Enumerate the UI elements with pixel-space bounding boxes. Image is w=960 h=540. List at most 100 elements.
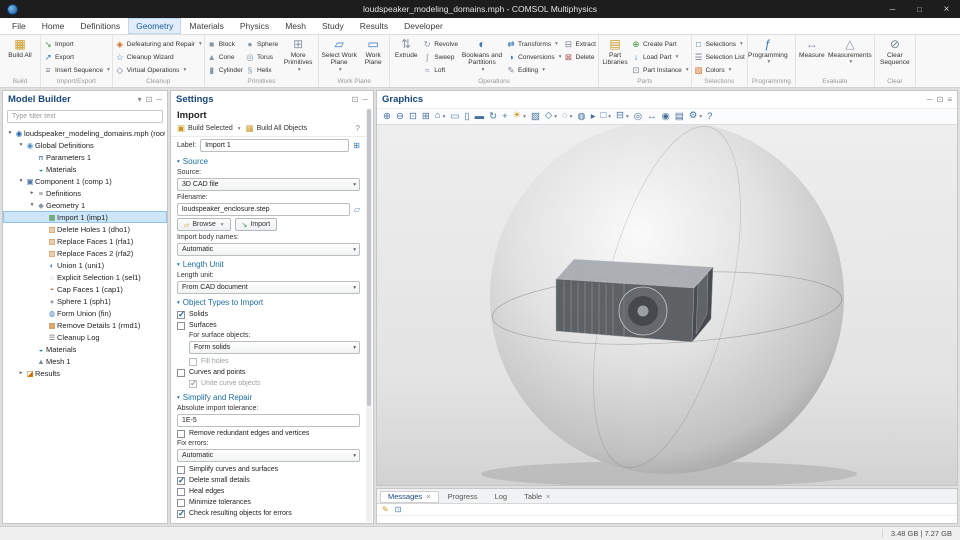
graphics-menu-icon[interactable]: ≡: [947, 95, 952, 104]
editing-button[interactable]: ✎ Editing: [506, 64, 561, 76]
fix-errors-select[interactable]: Automatic: [177, 449, 360, 462]
unite-curve-objects-checkbox[interactable]: Unite curve objects: [183, 378, 366, 389]
tree-geometry[interactable]: ▾ ◆ Geometry 1: [3, 199, 167, 211]
tree-component[interactable]: ▾ ▣ Component 1 (comp 1): [3, 175, 167, 187]
graphics-minimize-icon[interactable]: ─: [927, 95, 933, 104]
maximize-window-button[interactable]: □: [906, 0, 933, 18]
settings-minimize-icon[interactable]: ─: [362, 95, 368, 104]
selections-button[interactable]: □ Selections: [694, 38, 745, 50]
tab-materials[interactable]: Materials: [181, 18, 231, 34]
zoom-out-icon[interactable]: ⊖: [396, 108, 404, 125]
cylinder-button[interactable]: ▮ Cylinder: [207, 64, 243, 76]
import-button[interactable]: ↘ Import: [43, 38, 110, 50]
browse-button[interactable]: ▱ Browse: [177, 218, 231, 231]
tab-file[interactable]: File: [4, 18, 34, 34]
check-resulting-objects-checkbox[interactable]: Check resulting objects for errors: [171, 508, 366, 519]
tab-mesh[interactable]: Mesh: [277, 18, 314, 34]
transparency-icon[interactable]: ▨: [531, 108, 540, 125]
section-object-types[interactable]: Object Types to Import: [171, 296, 366, 309]
insert-sequence-button[interactable]: ≡ Insert Sequence: [43, 64, 110, 76]
tree-form-union[interactable]: ◍ Form Union (fin): [3, 307, 167, 319]
revolve-button[interactable]: ↻ Revolve: [422, 38, 458, 50]
tab-messages[interactable]: Messages: [380, 491, 439, 503]
loft-button[interactable]: ≈ Loft: [422, 64, 458, 76]
length-unit-select[interactable]: From CAD document: [177, 281, 360, 294]
tree-materials-global[interactable]: ◒ Materials: [3, 163, 167, 175]
tree-cap-faces[interactable]: ◓ Cap Faces 1 (cap1): [3, 283, 167, 295]
copy-text-icon[interactable]: ⊡: [395, 505, 402, 514]
tab-log[interactable]: Log: [487, 491, 516, 503]
pan-view-icon[interactable]: +: [502, 108, 508, 125]
delete-button[interactable]: ⊠ Delete: [563, 51, 596, 63]
tab-geometry[interactable]: Geometry: [128, 18, 181, 34]
transforms-button[interactable]: ⇄ Transforms: [506, 38, 561, 50]
tree-expander-icon[interactable]: ▾: [17, 178, 25, 184]
part-libraries-button[interactable]: ▤ Part Libraries: [601, 36, 629, 67]
go-to-default-view-icon[interactable]: ⌂: [435, 108, 446, 125]
plot-settings-icon[interactable]: ⚙: [689, 108, 702, 125]
helix-button[interactable]: § Helix: [245, 64, 278, 76]
virtual-operations-button[interactable]: ◇ Virtual Operations: [115, 64, 202, 76]
tree-results[interactable]: ▸ ◪ Results: [3, 367, 167, 379]
booleans-partitions-button[interactable]: ◐ Booleans and Partitions: [460, 36, 504, 73]
defeaturing-and-repair-button[interactable]: ◈ Defeaturing and Repair: [115, 38, 202, 50]
section-simplify-repair[interactable]: Simplify and Repair: [171, 391, 366, 404]
tree-mesh[interactable]: ▲ Mesh 1: [3, 355, 167, 367]
cleanup-wizard-button[interactable]: ☆ Cleanup Wizard: [115, 51, 202, 63]
tree-definitions[interactable]: ▸ ≡ Definitions: [3, 187, 167, 199]
part-instance-button[interactable]: ⊡ Part Instance: [631, 64, 689, 76]
sweep-button[interactable]: ∫ Sweep: [422, 51, 458, 63]
hide-objects-icon[interactable]: ◌: [562, 108, 572, 125]
tree-import[interactable]: ▦ Import 1 (imp1): [3, 211, 167, 223]
settings-float-icon[interactable]: ⊡: [352, 95, 359, 104]
tree-root[interactable]: ▾ ◉ loudspeaker_modeling_domains.mph (ro…: [3, 127, 167, 139]
selection-list-button[interactable]: ☰ Selection List: [694, 51, 745, 63]
view-zx-icon[interactable]: ▬: [475, 108, 485, 125]
tree-filter-input[interactable]: [7, 110, 163, 123]
tree-union[interactable]: ◐ Union 1 (uni1): [3, 259, 167, 271]
tree-expander-icon[interactable]: ▾: [28, 202, 36, 208]
work-plane-button[interactable]: ▭ Work Plane: [359, 36, 387, 67]
measure-button[interactable]: ↔ Measure: [798, 36, 826, 59]
tree-remove-details[interactable]: ▩ Remove Details 1 (rmd1): [3, 319, 167, 331]
view-yz-icon[interactable]: ▯: [464, 108, 469, 125]
import-file-button[interactable]: ↘ Import: [235, 218, 278, 231]
sphere-button[interactable]: ● Sphere: [245, 38, 278, 50]
extrude-button[interactable]: ⇅ Extrude: [392, 36, 420, 59]
graphics-help-icon[interactable]: ?: [707, 108, 712, 125]
print-icon[interactable]: ▤: [675, 108, 684, 125]
model-builder-float-icon[interactable]: ⊡: [146, 95, 153, 104]
tab-table[interactable]: Table: [516, 491, 558, 503]
zoom-in-icon[interactable]: ⊕: [383, 108, 391, 125]
tree-expander-icon[interactable]: ▾: [6, 130, 14, 136]
build-all-objects-button[interactable]: ▦ Build All Objects: [246, 123, 308, 134]
minimize-window-button[interactable]: ─: [879, 0, 906, 18]
zoom-box-icon[interactable]: ⊞: [422, 108, 430, 125]
remove-redundant-checkbox[interactable]: Remove redundant edges and vertices: [171, 428, 366, 439]
create-selection-icon[interactable]: ⊞: [353, 141, 360, 150]
section-length-unit[interactable]: Length Unit: [171, 258, 366, 271]
source-select[interactable]: 3D CAD file: [177, 178, 360, 191]
tree-expander-icon[interactable]: ▸: [28, 190, 36, 196]
model-builder-minimize-icon[interactable]: ─: [156, 95, 162, 104]
image-snapshot-icon[interactable]: ◉: [662, 108, 670, 125]
simplify-curves-checkbox[interactable]: Simplify curves and surfaces: [171, 464, 366, 475]
recent-files-icon[interactable]: ▱: [354, 205, 360, 214]
scene-light-icon[interactable]: ☀: [513, 108, 526, 125]
tab-results[interactable]: Results: [352, 18, 396, 34]
block-button[interactable]: ■ Block: [207, 38, 243, 50]
tree-replace-faces-2[interactable]: ▨ Replace Faces 2 (rfa2): [3, 247, 167, 259]
build-selected-button[interactable]: ▣ Build Selected: [177, 123, 241, 134]
clear-messages-icon[interactable]: ✎: [382, 505, 389, 514]
model-builder-menu-icon[interactable]: ▾: [138, 95, 142, 104]
tree-replace-faces-1[interactable]: ▨ Replace Faces 1 (rfa1): [3, 235, 167, 247]
graphics-canvas[interactable]: [377, 125, 957, 485]
settings-scrollbar[interactable]: [366, 109, 372, 522]
select-box-icon[interactable]: □: [601, 108, 612, 125]
tree-expander-icon[interactable]: ▸: [17, 370, 25, 376]
graphics-float-icon[interactable]: ⊡: [937, 95, 944, 104]
programming-button[interactable]: ƒ Programming: [750, 36, 786, 65]
tab-definitions[interactable]: Definitions: [72, 18, 128, 34]
body-names-select[interactable]: Automatic: [177, 243, 360, 256]
zoom-selected-icon[interactable]: ◎: [634, 108, 642, 125]
